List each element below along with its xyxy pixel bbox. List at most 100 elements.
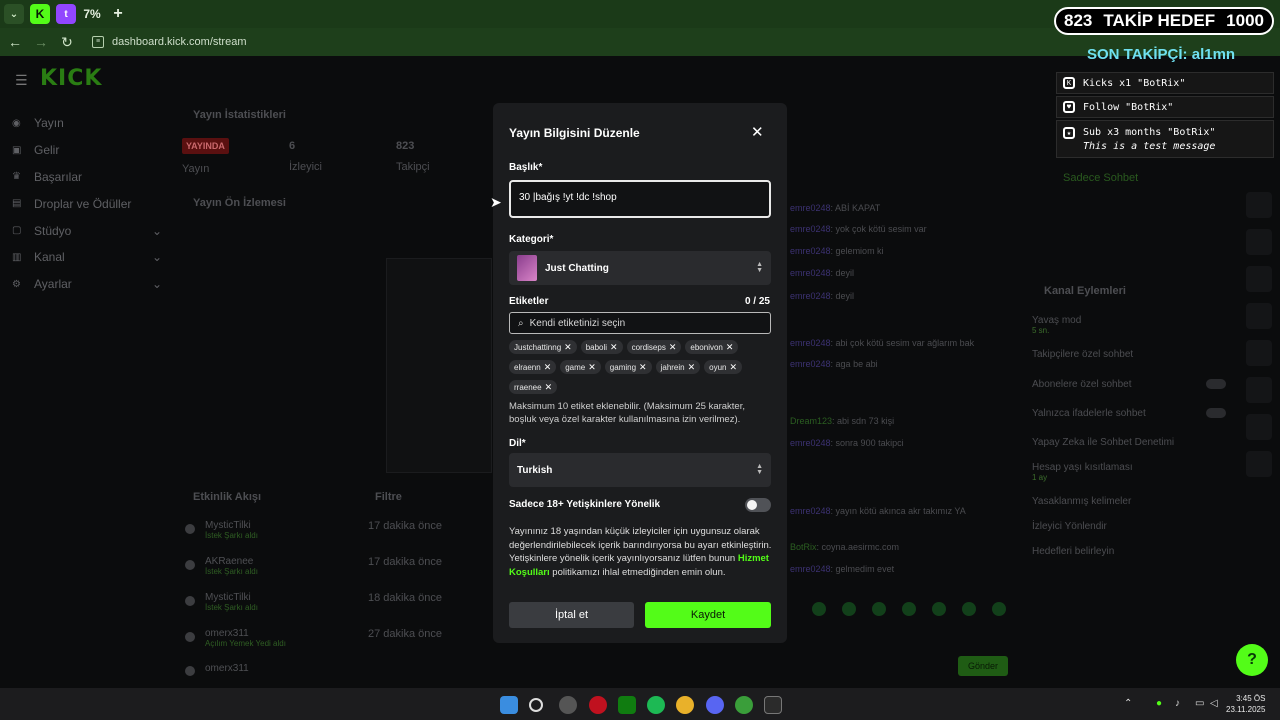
tag-label: ebonivon [690, 342, 723, 352]
discord-icon[interactable] [706, 696, 724, 714]
adult-toggle[interactable] [745, 498, 771, 512]
cancel-button[interactable]: İptal et [509, 602, 634, 628]
app-icon[interactable] [559, 696, 577, 714]
sidebar-item-droplar[interactable]: ▤ Droplar ve Ödüller [12, 190, 162, 217]
channel-action-slow-mode[interactable]: Yavaş mod 5 sn. [1032, 315, 1081, 335]
start-icon[interactable] [500, 696, 518, 714]
emote-icon[interactable] [992, 602, 1006, 616]
panel-tool-icon[interactable] [1246, 303, 1272, 329]
panel-tool-icon[interactable] [1246, 451, 1272, 477]
remove-tag-icon[interactable]: ✕ [545, 382, 553, 393]
reload-icon[interactable]: ↻ [60, 34, 74, 51]
channel-action-emotes[interactable]: Yalnızca ifadelerle sohbet [1032, 408, 1146, 419]
panel-tool-icon[interactable] [1246, 340, 1272, 366]
remove-tag-icon[interactable]: ✕ [669, 342, 677, 353]
tab-other[interactable]: 7% [82, 4, 102, 24]
network-icon[interactable]: ▭ [1195, 698, 1204, 709]
chrome-icon[interactable] [676, 696, 694, 714]
chat-send-button[interactable]: Gönder [958, 656, 1008, 676]
emote-icon[interactable] [932, 602, 946, 616]
chat-text: coyna.aesirmc.com [821, 542, 900, 552]
tab-twitch[interactable]: t [56, 4, 76, 24]
emote-icon[interactable] [812, 602, 826, 616]
language-select[interactable]: Turkish ▲ ▼ [509, 453, 771, 487]
channel-action-banned-words[interactable]: Yasaklanmış kelimeler [1032, 496, 1131, 507]
new-tab-button[interactable]: + [108, 4, 128, 24]
remove-tag-icon[interactable]: ✕ [544, 362, 552, 373]
help-button[interactable]: ? [1236, 644, 1268, 676]
stream-preview[interactable] [386, 258, 492, 473]
tray-app-icon[interactable]: ● [1156, 698, 1162, 709]
adult-desc-text-end: politikamızı ihlal etmediğinden emin olu… [549, 566, 726, 578]
panel-tool-icon[interactable] [1246, 192, 1272, 218]
tag-label: baboli [585, 342, 608, 352]
channel-action-followers[interactable]: Takipçilere özel sohbet [1032, 349, 1133, 360]
category-select[interactable]: Just Chatting ▲ ▼ [509, 251, 771, 285]
filter-button[interactable]: Filtre [375, 491, 402, 503]
subscribers-toggle[interactable] [1206, 379, 1226, 389]
gear-icon: ⚙ [12, 278, 21, 290]
remove-tag-icon[interactable]: ✕ [610, 342, 618, 353]
remove-tag-icon[interactable]: ✕ [588, 362, 596, 373]
menu-icon[interactable]: ☰ [15, 72, 28, 89]
channel-action-goals[interactable]: Hedefleri belirleyin [1032, 546, 1114, 557]
emote-icon[interactable] [842, 602, 856, 616]
list-item: MysticTilki İstek Şarkı aldı [205, 592, 305, 612]
chat-text: yok çok kötü sesim var [835, 224, 927, 234]
remove-tag-icon[interactable]: ✕ [688, 362, 696, 373]
remove-tag-icon[interactable]: ✕ [564, 342, 572, 353]
xbox-icon[interactable] [618, 696, 636, 714]
sidebar-item-kanal[interactable]: ▥ Kanal ⌄ [12, 244, 162, 271]
chrome-active-icon[interactable] [735, 696, 753, 714]
panel-tool-icon[interactable] [1246, 266, 1272, 292]
goal-target: 1000 [1226, 11, 1264, 30]
language-label: Dil* [509, 438, 526, 449]
chat-text: yayın kötü akınca akr takımız YA [835, 506, 966, 516]
sidebar-item-basarilar[interactable]: ♛ Başarılar [12, 164, 162, 191]
volume-icon[interactable]: ◁ [1210, 698, 1218, 709]
remove-tag-icon[interactable]: ✕ [726, 342, 734, 353]
close-icon[interactable]: ✕ [751, 123, 764, 141]
site-info-icon[interactable]: ≡ [92, 36, 104, 48]
stat-followers-label: Takipçi [396, 161, 430, 173]
tag-search-input[interactable]: ⌕ Kendi etiketinizi seçin [509, 312, 771, 334]
epic-games-icon[interactable] [764, 696, 782, 714]
emote-icon[interactable] [962, 602, 976, 616]
url-field[interactable]: ≡ dashboard.kick.com/stream [92, 36, 247, 48]
sidebar-item-ayarlar[interactable]: ⚙ Ayarlar ⌄ [12, 271, 162, 298]
emotes-toggle[interactable] [1206, 408, 1226, 418]
title-input[interactable]: 30 |bağış !yt !dc !shop [509, 180, 771, 218]
channel-action-raid[interactable]: İzleyici Yönlendir [1032, 521, 1107, 532]
chat-user: emre0248 [790, 246, 831, 256]
search-icon[interactable] [529, 698, 543, 712]
emote-icon[interactable] [872, 602, 886, 616]
chat-text: aga be abi [835, 359, 878, 369]
sidebar-item-studyo[interactable]: ▢ Stüdyo ⌄ [12, 217, 162, 244]
tab-kick[interactable]: K [30, 4, 50, 24]
channel-action-account-age[interactable]: Hesap yaşı kısıtlaması 1 ay [1032, 462, 1133, 482]
clock[interactable]: 3:45 ÖS 23.11.2025 [1226, 693, 1265, 715]
chat-message: emre0248: yayın kötü akınca akr takımız … [790, 506, 966, 516]
mic-icon[interactable]: ♪ [1175, 698, 1180, 709]
tray-chevron-icon[interactable]: ⌃ [1124, 698, 1132, 709]
activity-icon [185, 560, 195, 570]
remove-tag-icon[interactable]: ✕ [639, 362, 647, 373]
sidebar-item-gelir[interactable]: ▣ Gelir [12, 137, 162, 164]
emote-icon[interactable] [902, 602, 916, 616]
channel-action-subscribers[interactable]: Abonelere özel sohbet [1032, 379, 1132, 390]
spotify-icon[interactable] [647, 696, 665, 714]
opera-icon[interactable] [589, 696, 607, 714]
panel-tool-icon[interactable] [1246, 414, 1272, 440]
tab-search-icon[interactable]: ⌄ [4, 4, 24, 24]
channel-action-ai-moderation[interactable]: Yapay Zeka ile Sohbet Denetimi [1032, 437, 1174, 448]
panel-tool-icon[interactable] [1246, 229, 1272, 255]
activity-sub: Açılım Yemek Yedi aldı [205, 639, 286, 648]
sidebar-item-yayin[interactable]: ◉ Yayın [12, 110, 162, 137]
remove-tag-icon[interactable]: ✕ [730, 362, 738, 373]
panel-tool-icon[interactable] [1246, 377, 1272, 403]
kick-logo[interactable]: KICK [40, 66, 102, 91]
forward-icon[interactable]: → [34, 34, 48, 50]
back-icon[interactable]: ← [8, 34, 22, 50]
save-button[interactable]: Kaydet [645, 602, 771, 628]
list-item: omerx311 Açılım Yemek Yedi aldı [205, 628, 305, 648]
